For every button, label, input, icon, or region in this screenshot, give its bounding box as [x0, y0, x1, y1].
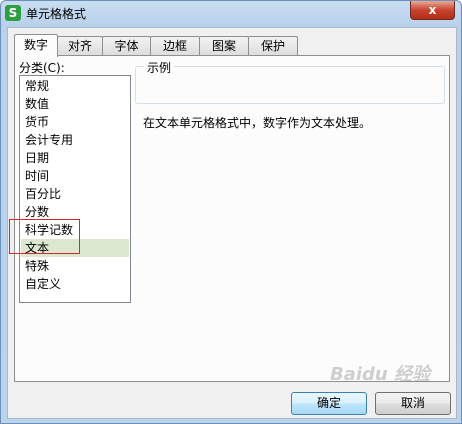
category-label: 分类(C): [19, 61, 65, 75]
category-item-time[interactable]: 时间 [21, 167, 129, 185]
close-icon: x [428, 3, 437, 17]
ok-button[interactable]: 确定 [291, 392, 367, 415]
tab-pattern[interactable]: 图案 [199, 36, 249, 56]
category-item-custom[interactable]: 自定义 [21, 275, 129, 293]
wps-spreadsheet-icon: S [5, 5, 21, 21]
tab-protection[interactable]: 保护 [248, 36, 298, 56]
category-item-accounting[interactable]: 会计专用 [21, 131, 129, 149]
dialog-title: 单元格格式 [26, 7, 87, 21]
category-item-date[interactable]: 日期 [21, 149, 129, 167]
sample-label: 示例 [144, 59, 175, 76]
tab-border[interactable]: 边框 [150, 36, 200, 56]
category-item-currency[interactable]: 货币 [21, 113, 129, 131]
category-item-special[interactable]: 特殊 [21, 257, 129, 275]
annotation-highlight-box [9, 219, 80, 254]
tab-number[interactable]: 数字 [14, 34, 58, 57]
close-button[interactable]: x [410, 1, 455, 20]
title-bar[interactable]: S 单元格格式 x [1, 1, 461, 25]
sample-group: 示例 [135, 59, 445, 104]
category-item-number[interactable]: 数值 [21, 95, 129, 113]
tab-alignment[interactable]: 对齐 [57, 36, 103, 56]
tab-font[interactable]: 字体 [102, 36, 151, 56]
format-description: 在文本单元格格式中，数字作为文本处理。 [143, 116, 372, 130]
category-item-general[interactable]: 常规 [21, 77, 129, 95]
number-tab-panel: 分类(C): 常规 数值 货币 会计专用 日期 时间 百分比 分数 科学记数 文… [9, 55, 450, 382]
baidu-watermark: Baidu 经验 [330, 364, 431, 385]
category-item-percentage[interactable]: 百分比 [21, 185, 129, 203]
cancel-button[interactable]: 取消 [375, 392, 451, 415]
category-list[interactable]: 常规 数值 货币 会计专用 日期 时间 百分比 分数 科学记数 文本 特殊 自定… [19, 75, 131, 303]
